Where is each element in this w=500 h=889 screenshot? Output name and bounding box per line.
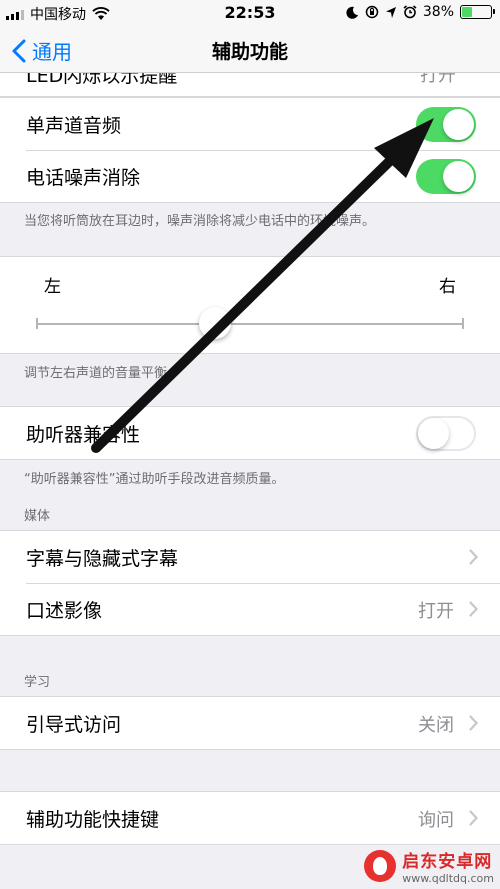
toggle-knob — [443, 161, 474, 192]
guided-access-label: 引导式访问 — [26, 714, 122, 736]
guided-access-value: 关闭 — [418, 715, 454, 736]
watermark: 启东安卓网 www.qdltdq.com — [364, 847, 494, 885]
hearing-aid-toggle[interactable] — [416, 416, 476, 451]
watermark-name: 启东安卓网 — [402, 852, 493, 872]
mono-audio-toggle[interactable] — [416, 107, 476, 142]
location-icon — [385, 6, 396, 18]
battery-percent: 38% — [422, 4, 454, 20]
balance-slider-group: 左 右 — [0, 256, 500, 354]
battery-fill — [462, 7, 472, 17]
rotation-lock-icon — [365, 5, 379, 19]
media-group: 字幕与隐藏式字幕 口述影像 打开 — [0, 530, 500, 636]
led-flash-label: LED闪烁以示提醒 — [26, 73, 178, 87]
balance-right-label: 右 — [439, 277, 456, 297]
mono-audio-row: 单声道音频 — [0, 98, 500, 150]
alarm-icon — [403, 5, 417, 19]
balance-slider-track[interactable] — [36, 323, 464, 325]
audio-description-row[interactable]: 口述影像 打开 — [0, 583, 500, 635]
subtitles-label: 字幕与隐藏式字幕 — [26, 548, 179, 570]
page-title: 辅助功能 — [211, 41, 288, 63]
chevron-right-icon — [469, 601, 478, 617]
status-right: 38% — [346, 4, 495, 20]
toggle-knob — [418, 418, 449, 449]
status-bar: 中国移动 22:53 38% — [0, 0, 500, 28]
balance-tick-left — [36, 318, 38, 329]
shortcut-group: 辅助功能快捷键 询问 — [0, 791, 500, 845]
hearing-aid-footnote: “助听器兼容性”通过助听手段改进音频质量。 — [24, 472, 285, 487]
learning-section-header: 学习 — [24, 675, 51, 690]
hearing-aid-row: 助听器兼容性 — [0, 407, 500, 459]
noise-cancellation-label: 电话噪声消除 — [26, 167, 141, 189]
led-flash-value: 打开 — [420, 73, 456, 86]
chevron-right-icon — [469, 715, 478, 731]
noise-cancellation-footnote: 当您将听筒放在耳边时，噪声消除将减少电话中的环境噪声。 — [24, 214, 376, 229]
hearing-aid-label: 助听器兼容性 — [26, 424, 141, 446]
subtitles-row[interactable]: 字幕与隐藏式字幕 — [0, 531, 500, 583]
noise-cancellation-row: 电话噪声消除 — [0, 150, 500, 202]
moon-icon — [346, 6, 358, 19]
balance-tick-right — [462, 318, 464, 329]
balance-slider-thumb[interactable] — [199, 307, 231, 339]
accessibility-shortcut-value: 询问 — [418, 810, 454, 831]
navigation-bar: 通用 辅助功能 — [0, 28, 500, 73]
hearing-aid-group: 助听器兼容性 — [0, 406, 500, 460]
chevron-right-icon — [469, 549, 478, 565]
watermark-text: 启东安卓网 www.qdltdq.com — [402, 847, 494, 885]
balance-footnote: 调节左右声道的音量平衡。 — [24, 366, 181, 381]
accessibility-shortcut-label: 辅助功能快捷键 — [26, 809, 160, 831]
led-flash-row[interactable]: LED闪烁以示提醒 打开 — [0, 73, 500, 97]
mono-audio-label: 单声道音频 — [26, 115, 122, 137]
guided-access-row[interactable]: 引导式访问 关闭 — [0, 697, 500, 749]
balance-left-label: 左 — [44, 277, 61, 297]
accessibility-shortcut-row[interactable]: 辅助功能快捷键 询问 — [0, 792, 500, 844]
toggle-knob — [443, 109, 474, 140]
watermark-url: www.qdltdq.com — [402, 872, 494, 885]
audio-description-label: 口述影像 — [26, 600, 103, 622]
media-section-header: 媒体 — [24, 509, 51, 524]
chevron-right-icon — [469, 810, 478, 826]
battery-icon — [460, 5, 495, 19]
learning-group: 引导式访问 关闭 — [0, 696, 500, 750]
audio-description-value: 打开 — [418, 601, 454, 622]
watermark-logo-icon — [364, 850, 397, 882]
audio-group: 单声道音频 电话噪声消除 — [0, 97, 500, 203]
noise-cancellation-toggle[interactable] — [416, 159, 476, 194]
